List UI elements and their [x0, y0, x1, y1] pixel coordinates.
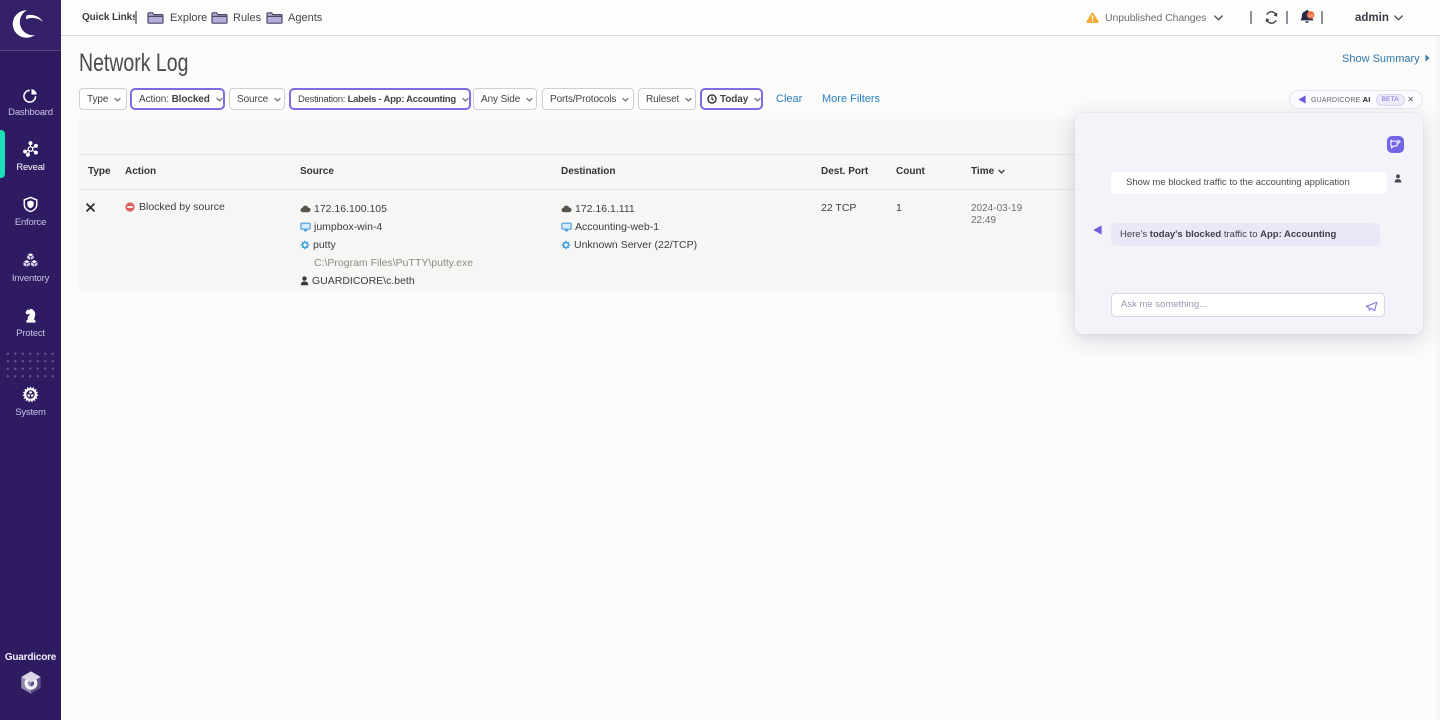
svg-text:15: 15 [1308, 13, 1314, 19]
